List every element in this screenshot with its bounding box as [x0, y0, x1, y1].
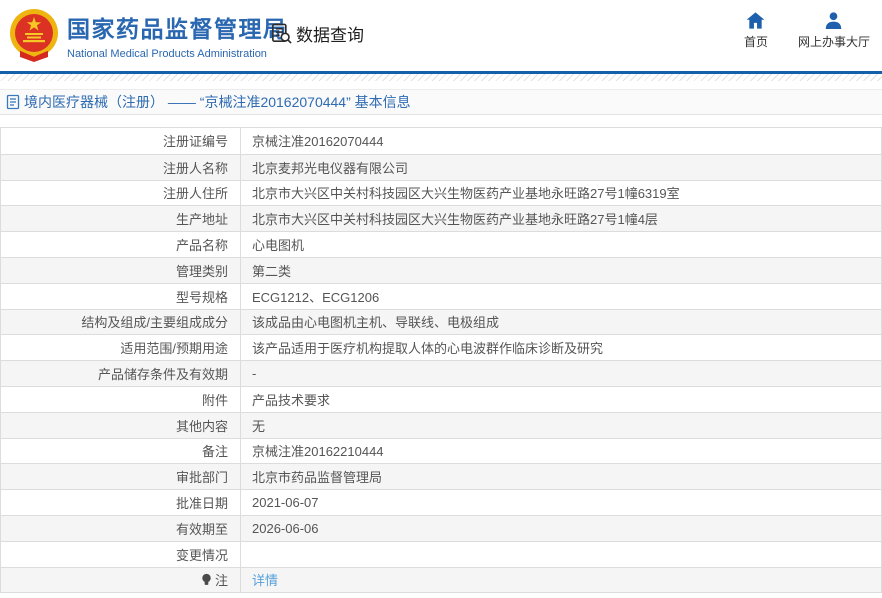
home-icon [746, 12, 765, 29]
table-row: 注册人住所 北京市大兴区中关村科技园区大兴生物医药产业基地永旺路27号1幢631… [1, 180, 881, 206]
row-label: 管理类别 [1, 258, 241, 283]
nav-item-service-hall[interactable]: 网上办事大厅 [798, 12, 870, 50]
row-value: 北京市大兴区中关村科技园区大兴生物医药产业基地永旺路27号1幢6319室 [241, 181, 881, 206]
national-emblem-icon [8, 8, 60, 62]
top-nav: 首页 网上办事大厅 [744, 12, 870, 50]
table-row: 管理类别 第二类 [1, 257, 881, 283]
hatch-band [0, 74, 882, 81]
note-label: 注 [215, 570, 228, 589]
row-label: 生产地址 [1, 206, 241, 231]
row-label: 有效期至 [1, 516, 241, 541]
table-row: 备注 京械注准20162210444 [1, 438, 881, 464]
table-row: 适用范围/预期用途 该产品适用于医疗机构提取人体的心电波群作临床诊断及研究 [1, 334, 881, 360]
row-value: 京械注准20162070444 [241, 128, 881, 154]
registration-info-table: 注册证编号 京械注准20162070444 注册人名称 北京麦邦光电仪器有限公司… [0, 127, 882, 593]
row-value: ECG1212、ECG1206 [241, 284, 881, 309]
table-row: 其他内容 无 [1, 412, 881, 438]
row-label: 备注 [1, 439, 241, 464]
row-label: 注册人住所 [1, 181, 241, 206]
row-value: 产品技术要求 [241, 387, 881, 412]
nav-item-label: 首页 [744, 33, 768, 50]
row-value: 2026-06-06 [241, 516, 881, 541]
row-value: 该产品适用于医疗机构提取人体的心电波群作临床诊断及研究 [241, 335, 881, 360]
site-logo[interactable]: 国家药品监督管理局 National Medical Products Admi… [8, 8, 288, 62]
row-label: 批准日期 [1, 490, 241, 515]
row-value: 2021-06-07 [241, 490, 881, 515]
site-title-block: 国家药品监督管理局 National Medical Products Admi… [67, 10, 288, 60]
document-icon [6, 94, 20, 110]
table-row: 结构及组成/主要组成成分 该成品由心电图机主机、导联线、电极组成 [1, 309, 881, 335]
site-title: 国家药品监督管理局 [67, 10, 288, 44]
row-value: 该成品由心电图机主机、导联线、电极组成 [241, 310, 881, 335]
table-row: 注册人名称 北京麦邦光电仪器有限公司 [1, 154, 881, 180]
row-value: 无 [241, 413, 881, 438]
row-value: 京械注准20162210444 [241, 439, 881, 464]
document-search-icon [270, 22, 293, 45]
row-value [241, 542, 881, 567]
row-label: 产品名称 [1, 232, 241, 257]
table-row: 产品名称 心电图机 [1, 231, 881, 257]
row-label: 型号规格 [1, 284, 241, 309]
row-value: 北京市大兴区中关村科技园区大兴生物医药产业基地永旺路27号1幢4层 [241, 206, 881, 231]
table-row: 注册证编号 京械注准20162070444 [1, 128, 881, 154]
table-row: 附件 产品技术要求 [1, 386, 881, 412]
row-label: 结构及组成/主要组成成分 [1, 310, 241, 335]
row-value: 北京麦邦光电仪器有限公司 [241, 155, 881, 180]
table-row: 有效期至 2026-06-06 [1, 515, 881, 541]
row-value: 北京市药品监督管理局 [241, 464, 881, 489]
row-value: - [241, 361, 881, 386]
site-header: 国家药品监督管理局 National Medical Products Admi… [0, 0, 882, 71]
row-label: 审批部门 [1, 464, 241, 489]
row-label: 变更情况 [1, 542, 241, 567]
data-query-label: 数据查询 [296, 21, 364, 46]
row-label: 适用范围/预期用途 [1, 335, 241, 360]
table-row: 型号规格 ECG1212、ECG1206 [1, 283, 881, 309]
table-row: 产品储存条件及有效期 - [1, 360, 881, 386]
nav-item-label: 网上办事大厅 [798, 33, 870, 50]
data-query-menu[interactable]: 数据查询 [270, 21, 364, 46]
table-row: 审批部门 北京市药品监督管理局 [1, 463, 881, 489]
person-icon [824, 12, 843, 29]
page-title: 境内医疗器械（注册） —— “京械注准20162070444” 基本信息 [24, 92, 411, 112]
row-value: 详情 [241, 568, 881, 593]
table-row: 生产地址 北京市大兴区中关村科技园区大兴生物医药产业基地永旺路27号1幢4层 [1, 205, 881, 231]
table-row: 注 详情 [1, 567, 881, 593]
row-label: 注 [1, 568, 241, 593]
breadcrumb: 境内医疗器械（注册） —— “京械注准20162070444” 基本信息 [0, 89, 882, 115]
site-subtitle: National Medical Products Administration [67, 48, 288, 60]
lightbulb-icon [201, 573, 212, 586]
row-label: 其他内容 [1, 413, 241, 438]
page: 国家药品监督管理局 National Medical Products Admi… [0, 0, 882, 598]
row-label: 注册人名称 [1, 155, 241, 180]
table-row: 批准日期 2021-06-07 [1, 489, 881, 515]
table-row: 变更情况 [1, 541, 881, 567]
row-label: 附件 [1, 387, 241, 412]
row-label: 产品储存条件及有效期 [1, 361, 241, 386]
details-link[interactable]: 详情 [252, 570, 278, 589]
nav-item-home[interactable]: 首页 [744, 12, 768, 50]
row-value: 第二类 [241, 258, 881, 283]
row-label: 注册证编号 [1, 128, 241, 154]
row-value: 心电图机 [241, 232, 881, 257]
